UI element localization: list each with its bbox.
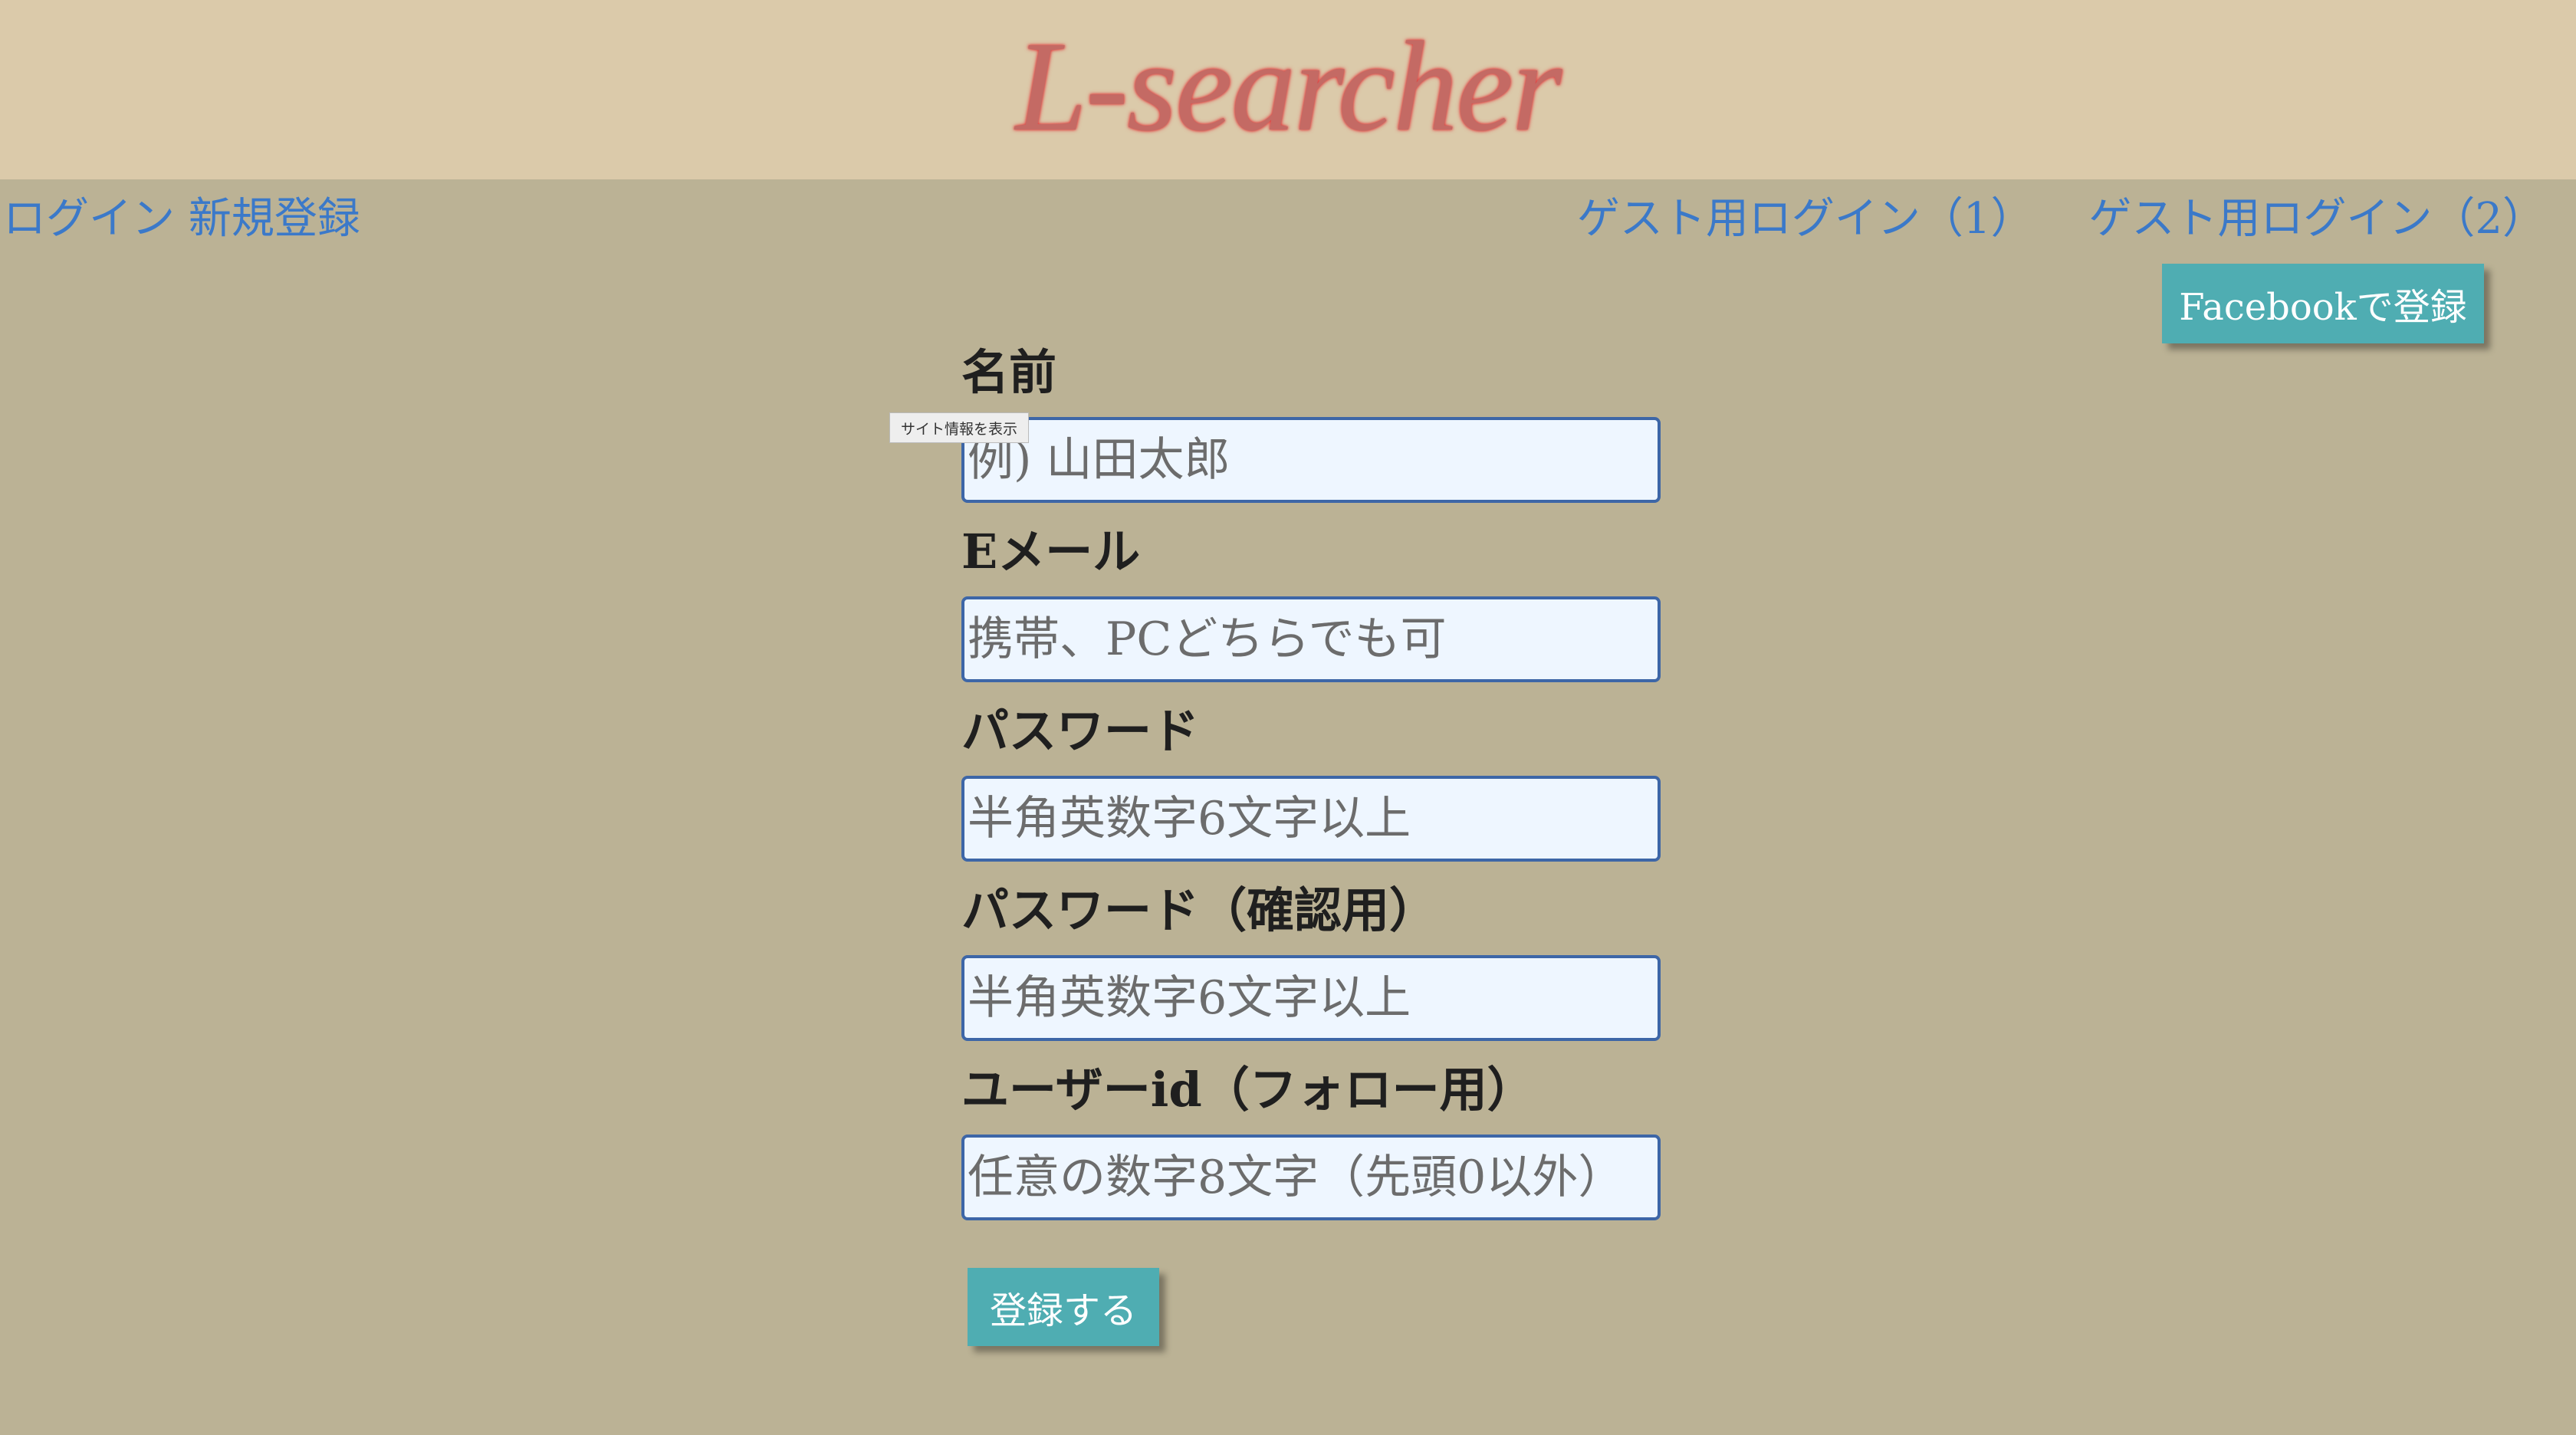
password-input[interactable] — [961, 776, 1661, 862]
user-id-field-group: ユーザーid（フォロー用） — [961, 1046, 1667, 1225]
auth-nav: ログイン 新規登録 — [3, 184, 360, 246]
name-input[interactable] — [961, 417, 1661, 503]
password-field-group: パスワード — [961, 687, 1667, 866]
login-link[interactable]: ログイン — [3, 194, 175, 244]
facebook-signup-button[interactable]: Facebookで登録 — [2162, 264, 2484, 343]
password-confirm-input[interactable] — [961, 955, 1661, 1041]
name-label: 名前 — [961, 344, 1057, 400]
guest-login-1-link[interactable]: ゲスト用ログイン（1） — [1577, 194, 2034, 244]
password-label: パスワード — [961, 703, 1200, 759]
guest-login-2-link[interactable]: ゲスト用ログイン（2） — [2088, 194, 2545, 244]
site-info-tooltip: サイト情報を表示 — [889, 412, 1030, 443]
user-id-label: ユーザーid（フォロー用） — [961, 1062, 1535, 1118]
email-input[interactable] — [961, 596, 1661, 682]
register-button[interactable]: 登録する — [968, 1268, 1159, 1346]
password-confirm-field-group: パスワード（確認用） — [961, 866, 1667, 1046]
site-header: L-searcher — [0, 0, 2576, 179]
email-label: Eメール — [961, 524, 1141, 580]
site-logo[interactable]: L-searcher — [1016, 13, 1562, 161]
email-field-group: Eメール — [961, 507, 1667, 687]
signup-link[interactable]: 新規登録 — [189, 194, 360, 244]
guest-nav: ゲスト用ログイン（1） ゲスト用ログイン（2） — [1536, 184, 2545, 246]
user-id-input[interactable] — [961, 1135, 1661, 1220]
signup-form: 名前 Eメール パスワード パスワード（確認用） ユーザーid（フォロー用） — [961, 328, 1667, 1225]
password-confirm-label: パスワード（確認用） — [961, 882, 1438, 938]
name-field-group: 名前 — [961, 328, 1667, 507]
